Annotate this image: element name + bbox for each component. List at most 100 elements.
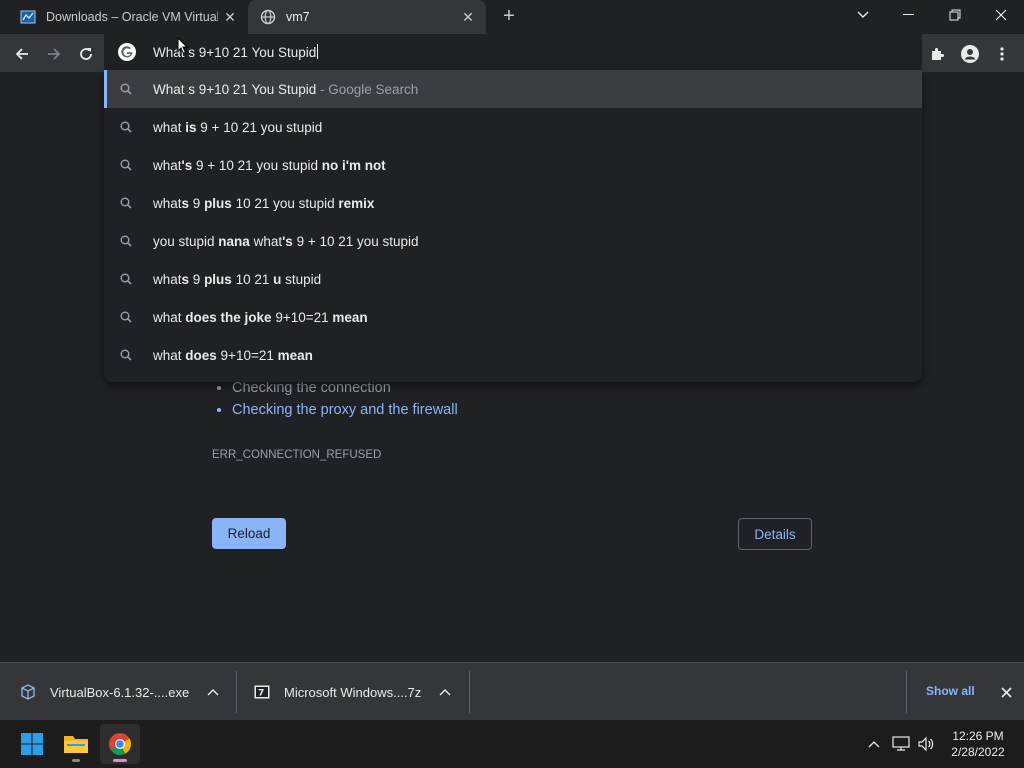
omnibox-suggestion[interactable]: whats 9 plus 10 21 u stupid [104,260,922,298]
network-status-button[interactable] [891,734,911,754]
omnibox-suggestion[interactable]: you stupid nana what's 9 + 10 21 you stu… [104,222,922,260]
restore-button[interactable] [932,0,978,30]
suggestion-text-part: does [185,347,217,363]
search-icon [119,196,133,210]
suggestion-text-part: 9+10=21 [271,309,333,325]
chrome-taskbar-button[interactable] [100,724,140,764]
suggestion-text-part: no i'm not [321,157,386,173]
omnibox-suggestions-dropdown: What s 9+10 21 You Stupid - Google Searc… [104,70,922,382]
omnibox-suggestion[interactable]: what does the joke 9+10=21 mean [104,298,922,336]
chevron-up-icon[interactable] [206,685,220,699]
bullet-checking-connection: Checking the connection [232,380,458,396]
tab-search-button[interactable] [840,0,886,30]
close-tab-icon[interactable]: ✕ [222,9,238,25]
link-checking-proxy-firewall[interactable]: Checking the proxy and the firewall [232,402,458,418]
reload-button[interactable]: Reload [212,518,286,549]
suggestion-text-part: s [181,271,190,287]
windows-logo-icon [21,733,43,755]
chevron-up-icon[interactable] [438,685,452,699]
suggestion-text: whats 9 plus 10 21 u stupid [153,272,321,287]
back-button[interactable] [8,40,36,68]
address-bar[interactable]: What s 9+10 21 You Stupid [104,34,922,70]
reload-icon [80,48,92,60]
error-code: ERR_CONNECTION_REFUSED [212,449,382,461]
chrome-menu-button[interactable] [988,40,1016,68]
omnibox-suggestion[interactable]: whats 9 plus 10 21 you stupid remix [104,184,922,222]
reload-toolbar-button[interactable] [72,40,100,68]
7zip-archive-icon: 7 [254,684,270,700]
file-explorer-button[interactable] [56,724,96,764]
suggestion-text-part: what [249,233,283,249]
text-caret [317,44,319,59]
download-filename: Microsoft Windows....7z [284,684,422,700]
suggestion-text: What s 9+10 21 You Stupid - Google Searc… [153,82,418,97]
suggestion-text: what is 9 + 10 21 you stupid [153,120,322,135]
suggestion-text-part: what [153,195,182,211]
start-button[interactable] [12,724,52,764]
arrow-left-icon [15,48,28,60]
tab-vm7[interactable]: vm7 ✕ [248,0,486,34]
suggestion-text-part: What s 9+10 21 You Stupid [153,81,317,97]
suggestion-text-part: 's [181,157,193,173]
search-icon [119,120,133,134]
suggestion-text-part: 9 [189,271,205,287]
suggestion-text-part: what [153,157,182,173]
suggestion-text-part: what [153,347,186,363]
suggestion-text-part: 9 + 10 21 you stupid [196,119,323,135]
running-indicator [113,759,127,762]
close-icon [1000,686,1012,698]
browser-toolbar: What s 9+10 21 You Stupid [0,34,1024,72]
chevron-up-icon [868,741,880,748]
mouse-cursor-icon [177,37,189,55]
minimize-button[interactable] [886,0,932,30]
show-hidden-icons-button[interactable] [864,734,884,754]
profile-button[interactable] [956,40,984,68]
virtualbox-installer-icon [20,684,36,700]
forward-button[interactable] [40,40,68,68]
show-all-downloads-link[interactable]: Show all [926,684,975,698]
download-filename: VirtualBox-6.1.32-....exe [50,684,190,700]
suggestion-text-part: 9 + 10 21 you stupid [292,233,419,249]
volume-button[interactable] [916,734,936,754]
download-item-windows-7z[interactable]: 7 Microsoft Windows....7z [254,663,468,721]
details-button[interactable]: Details [738,518,812,550]
suggestion-text-part: 's [282,233,293,249]
suggestion-text-part: 9 [189,195,205,211]
omnibox-suggestion[interactable]: what is 9 + 10 21 you stupid [104,108,922,146]
tab-virtualbox-downloads[interactable]: Downloads – Oracle VM VirtualBox ✕ [0,0,248,34]
new-tab-button[interactable]: + [499,6,519,27]
search-icon [119,310,133,324]
suggestion-text: what's 9 + 10 21 you stupid no i'm not [153,158,386,173]
extensions-button[interactable] [924,40,952,68]
suggestion-text-part: remix [338,195,375,211]
suggestion-text-part: stupid [281,271,322,287]
close-downloads-bar-button[interactable] [998,684,1014,700]
windows-taskbar: 12:26 PM 2/28/2022 [0,720,1024,768]
suggestion-text: what does 9+10=21 mean [153,348,313,363]
close-tab-icon[interactable]: ✕ [460,9,476,25]
suggestion-text-part: what [153,119,186,135]
suggestion-text-part: s [181,195,190,211]
chevron-down-icon [857,11,869,18]
omnibox-suggestion[interactable]: what does 9+10=21 mean [104,336,922,374]
profile-avatar-icon [961,45,979,63]
suggestion-text-part: does the joke [185,309,272,325]
google-icon [118,43,136,61]
close-icon [995,9,1007,21]
puzzle-icon [932,48,944,60]
suggestion-text: whats 9 plus 10 21 you stupid remix [153,196,374,211]
close-window-button[interactable] [978,0,1024,30]
suggestion-text-part: 10 21 you stupid [231,195,339,211]
suggestion-text-part: mean [277,347,313,363]
search-icon [119,348,133,362]
globe-icon [260,9,276,25]
search-icon [119,158,133,172]
search-icon [119,234,133,248]
download-item-virtualbox[interactable]: VirtualBox-6.1.32-....exe [20,663,236,721]
omnibox-suggestion[interactable]: What s 9+10 21 You Stupid - Google Searc… [104,70,922,108]
chrome-icon [109,733,131,755]
omnibox-suggestion[interactable]: what's 9 + 10 21 you stupid no i'm not [104,146,922,184]
search-icon [119,82,133,96]
taskbar-clock[interactable]: 12:26 PM 2/28/2022 [940,728,1016,760]
virtualbox-icon [20,9,36,25]
